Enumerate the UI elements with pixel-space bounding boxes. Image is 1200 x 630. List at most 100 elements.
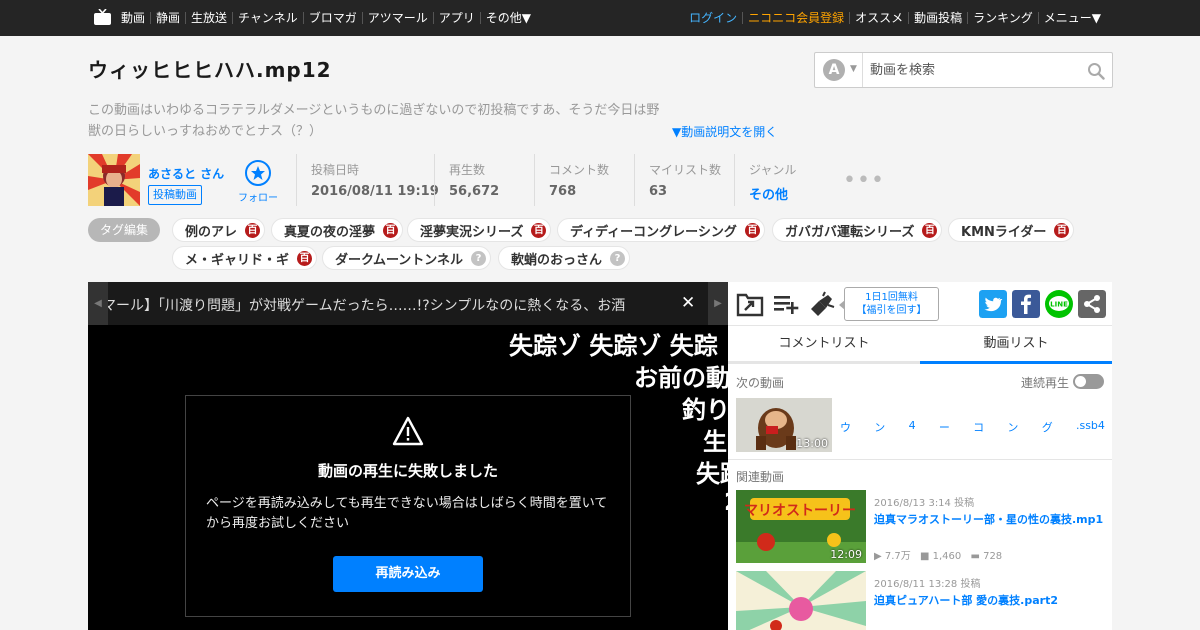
nav-item-video[interactable]: 動画 [116,12,150,24]
related-video-date: 2016/8/11 13:28 投稿 [874,579,981,590]
close-icon[interactable]: ✕ [681,293,695,313]
tag-item[interactable]: ディディーコングレーシング百 [557,218,765,242]
tag-dictionary-icon[interactable]: 百 [531,222,547,238]
tag-dictionary-icon[interactable]: ? [471,250,487,266]
add-mylist-icon[interactable] [772,291,800,317]
chevron-down-icon: ▼ [850,64,857,74]
open-description-link[interactable]: ▼動画説明文を開く [672,123,777,140]
uploader-avatar[interactable] [88,154,140,206]
tag-dictionary-icon[interactable]: 百 [744,222,760,238]
mylists-count: 728 [983,551,1003,562]
tag-dictionary-icon[interactable]: 百 [245,222,261,238]
external-share-icon[interactable] [736,291,764,317]
stat-label: 投稿日時 [311,163,360,177]
search-icon[interactable] [1087,62,1105,80]
next-video-title[interactable]: ウ ン 4 ー コ ン グ .ssb4 [840,419,1105,435]
follow-label: フォロー [238,193,278,204]
related-video-thumbnail[interactable] [736,571,866,630]
stat-posted-at: 投稿日時 2016/08/11 19:19 [296,154,439,206]
ticker-prev-icon[interactable]: ◀ [88,282,108,325]
uploader-videos-button[interactable]: 投稿動画 [148,185,202,205]
follow-button[interactable]: フォロー [234,160,282,204]
nav-item-upload[interactable]: 動画投稿 [908,12,967,24]
comment-overlay: 生 [703,428,727,456]
tag-item[interactable]: ガバガバ運転シリーズ百 [772,218,943,242]
tag-dictionary-icon[interactable]: 百 [297,250,313,266]
tag-dictionary-icon[interactable]: 百 [1054,222,1070,238]
more-options-icon[interactable]: ••• [843,168,885,193]
next-video-thumbnail[interactable]: 13:00 [736,398,832,452]
nav-account: ログイン ニコニコ会員登録 オススメ 動画投稿 ランキング メニュー▼ [684,0,1106,36]
advertise-icon[interactable] [808,291,836,317]
title-char: 4 [908,419,916,432]
nav-item-app[interactable]: アプリ [432,12,480,24]
tag-item[interactable]: メ・ギャリド・ギ百 [172,246,318,270]
nav-item-blomaga[interactable]: ブロマガ [302,12,362,24]
tag-label: ディディーコングレーシング [570,224,737,240]
nav-item-channel[interactable]: チャンネル [232,12,303,24]
tag-item[interactable]: 軟蛸のおっさん? [498,246,631,270]
video-player[interactable]: マール】「川渡り問題」が対戦ゲームだったら……!?シンプルなのに熱くなる、お酒 … [88,282,728,630]
nav-item-menu[interactable]: メニュー▼ [1037,12,1106,24]
niconico-tv-icon[interactable] [94,9,111,25]
search-input[interactable] [870,61,1080,79]
autoplay-toggle[interactable] [1073,374,1104,389]
login-link[interactable]: ログイン [684,12,742,24]
related-video-title[interactable]: 迫真ピュアハート部 愛の裏技.part2 [874,592,1058,608]
facebook-share-icon[interactable] [1012,290,1040,318]
comments-count: 1,460 [932,551,962,562]
ticker-next-icon[interactable]: ▶ [708,282,728,325]
stat-comments: コメント数 768 [534,154,609,206]
tag-item[interactable]: KMNライダー百 [948,218,1075,242]
line-share-icon[interactable]: LINE [1045,290,1073,318]
tag-item[interactable]: 淫夢実況シリーズ百 [407,218,552,242]
views-count: 7.7万 [884,551,911,562]
stat-label: マイリスト数 [649,163,722,177]
nav-item-ranking[interactable]: ランキング [967,12,1038,24]
error-title: 動画の再生に失敗しました [317,462,498,480]
nav-item-live[interactable]: 生放送 [185,12,232,24]
stat-label: 再生数 [449,163,486,177]
tag-dictionary-icon[interactable]: 百 [922,222,938,238]
related-video-date: 2016/8/13 3:14 投稿 [874,498,975,509]
search-box: A ▼ [814,52,1113,88]
lottery-bubble[interactable]: 1日1回無料 【福引を回す】 [839,287,939,321]
tag-item[interactable]: 例のアレ百 [172,218,266,242]
global-nav-bar: 動画 静画 生放送 チャンネル ブロマガ アツマール アプリ その他▼ ログイン… [0,0,1200,36]
search-type-icon: A [823,59,845,81]
tag-item[interactable]: 真夏の夜の淫夢百 [271,218,404,242]
ticker-text[interactable]: マール】「川渡り問題」が対戦ゲームだったら……!?シンプルなのに熱くなる、お酒 [102,295,668,315]
nav-item-seiga[interactable]: 静画 [150,12,185,24]
related-video-stats: ▶ 7.7万 ■ 1,460 ▬ 728 [874,547,1008,562]
title-char: ー [938,421,950,434]
tab-comment-list[interactable]: コメントリスト [728,326,920,364]
tab-video-list[interactable]: 動画リスト [920,326,1112,364]
related-video-title[interactable]: 迫真マラオストーリー部・星の性の裏技.mp1 [874,511,1103,527]
title-char: .ssb4 [1075,419,1105,432]
tag-edit-button[interactable]: タグ編集 [88,218,160,242]
tag-item[interactable]: ダークムーントンネル? [322,246,492,270]
genre-link[interactable]: その他 [749,184,796,203]
warning-icon [392,416,424,446]
tag-label: 軟蛸のおっさん [511,252,603,268]
title-char: グ [1041,421,1053,434]
comments-stat: ■ 1,460 [919,551,962,562]
twitter-share-icon[interactable] [979,290,1007,318]
nav-item-atsumaru[interactable]: アツマール [361,12,433,24]
nav-item-recommend[interactable]: オススメ [849,12,908,24]
share-icon[interactable] [1078,290,1106,318]
stat-value: 2016/08/11 19:19 [311,184,439,199]
divider [728,459,1112,460]
uploader-name[interactable]: あさると さん [148,165,224,182]
register-link[interactable]: ニコニコ会員登録 [742,12,849,24]
nav-item-others[interactable]: その他▼ [479,12,536,24]
search-type-selector[interactable]: A ▼ [815,53,863,87]
tag-dictionary-icon[interactable]: 百 [383,222,399,238]
reload-button[interactable]: 再読み込み [333,556,483,592]
mylists-stat: ▬ 728 [970,551,1003,562]
autoplay-label: 連続再生 [1021,376,1070,390]
related-video-thumbnail[interactable]: マリオストーリー 12:09 [736,490,866,563]
title-char: ン [1007,421,1019,434]
lottery-line-2: 【福引を回す】 [856,305,927,316]
tag-dictionary-icon[interactable]: ? [610,250,626,266]
